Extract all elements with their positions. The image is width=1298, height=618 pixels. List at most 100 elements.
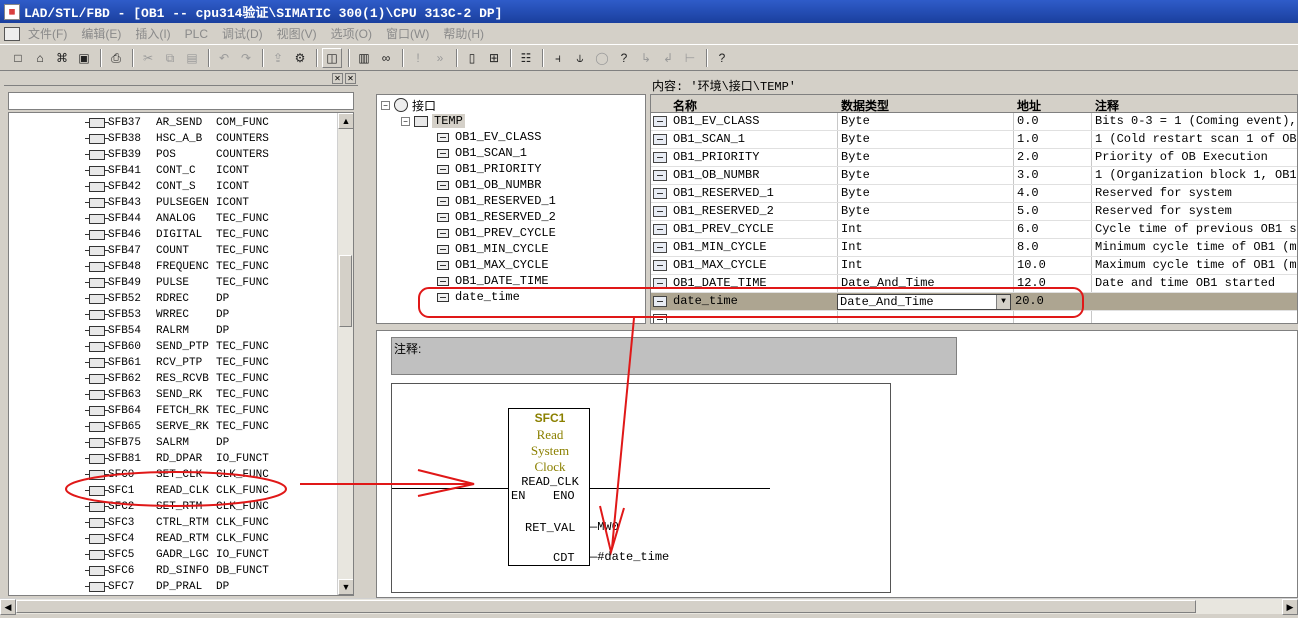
catalog-item[interactable]: SFB53 WRREC DP xyxy=(9,307,339,323)
menu-plc[interactable]: PLC xyxy=(185,27,208,41)
catalog-item[interactable]: SFC1 READ_CLK CLK_FUNC xyxy=(9,483,339,499)
zoom-view-icon[interactable]: ⊞ xyxy=(484,48,504,68)
catalog-item[interactable]: SFB52 RDREC DP xyxy=(9,291,339,307)
column-header-datatype[interactable]: 数据类型 xyxy=(841,97,889,114)
tree-item-variable[interactable]: OB1_PRIORITY xyxy=(437,161,541,177)
catalog-item[interactable]: SFB42 CONT_S ICONT xyxy=(9,179,339,195)
catalog-item[interactable]: SFC6 RD_SINFO DB_FUNCT xyxy=(9,563,339,579)
table-row[interactable]: OB1_MIN_CYCLE Int 8.0 Minimum cycle time of… xyxy=(651,239,1297,257)
catalog-item[interactable]: SFB81 RD_DPAR IO_FUNCT xyxy=(9,451,339,467)
cell-comment[interactable]: 1 (Cold restart scan 1 of OB 1), 3 (Scan… xyxy=(1095,132,1297,146)
catalog-item[interactable]: SFB61 RCV_PTP TEC_FUNC xyxy=(9,355,339,371)
column-header-address[interactable]: 地址 xyxy=(1017,97,1041,114)
cell-comment[interactable]: Maximum cycle time of OB1 (milliseconds) xyxy=(1095,258,1297,272)
empty-box-icon[interactable]: ? xyxy=(614,48,634,68)
chevron-down-icon[interactable]: ▼ xyxy=(996,295,1010,309)
cell-comment[interactable]: Priority of OB Execution xyxy=(1095,150,1297,164)
cell-name[interactable]: OB1_MIN_CYCLE xyxy=(673,240,835,254)
table-row[interactable]: OB1_PREV_CYCLE Int 6.0 Cycle time of previo… xyxy=(651,221,1297,239)
catalog-item[interactable]: SFB41 CONT_C ICONT xyxy=(9,163,339,179)
cell-datatype[interactable]: Int xyxy=(841,222,1011,236)
breakpoint-first-icon[interactable]: ! xyxy=(408,48,428,68)
catalog-vertical-scrollbar[interactable]: ▲ ▼ xyxy=(337,113,353,595)
catalog-filter-field[interactable] xyxy=(8,92,354,110)
table-row-empty[interactable] xyxy=(651,311,1297,323)
catalog-item[interactable]: SFB54 RALRM DP xyxy=(9,323,339,339)
paste-icon[interactable]: ▤ xyxy=(182,48,202,68)
cell-name[interactable]: OB1_PREV_CYCLE xyxy=(673,222,835,236)
document-menu-icon[interactable] xyxy=(4,26,20,41)
cell-datatype[interactable]: Int xyxy=(841,240,1011,254)
cell-name[interactable]: OB1_PRIORITY xyxy=(673,150,835,164)
redo-icon[interactable]: ↷ xyxy=(236,48,256,68)
scroll-right-icon[interactable]: ▶ xyxy=(1282,599,1298,615)
catalog-item[interactable]: SFB47 COUNT TEC_FUNC xyxy=(9,243,339,259)
cell-comment[interactable]: 1 (Organization block 1, OB1) xyxy=(1095,168,1297,182)
ret-val-operand[interactable]: —MW0 xyxy=(590,520,619,534)
cell-comment[interactable]: Reserved for system xyxy=(1095,204,1297,218)
tree-node-temp[interactable]: − TEMP xyxy=(401,113,465,129)
cell-comment[interactable]: Date and time OB1 started xyxy=(1095,276,1297,290)
collapse-icon[interactable]: − xyxy=(401,116,410,126)
catalog-item[interactable]: SFB39 POS COUNTERS xyxy=(9,147,339,163)
collapse-icon[interactable]: − xyxy=(381,100,390,110)
cell-name[interactable]: OB1_DATE_TIME xyxy=(673,276,835,290)
horizontal-scroll-thumb[interactable] xyxy=(16,600,1196,613)
scroll-up-icon[interactable]: ▲ xyxy=(338,113,353,129)
panel-splitter[interactable] xyxy=(364,72,372,598)
table-row[interactable]: OB1_DATE_TIME Date_And_Time 12.0 Date and t… xyxy=(651,275,1297,293)
plc-download-icon[interactable]: ⚙ xyxy=(290,48,310,68)
tree-item-variable[interactable]: OB1_RESERVED_1 xyxy=(437,193,556,209)
close-branch-icon[interactable]: ↲ xyxy=(658,48,678,68)
scroll-thumb[interactable] xyxy=(339,255,352,327)
catalog-item[interactable]: SFB37 AR_SEND COM_FUNC xyxy=(9,115,339,131)
catalog-item[interactable]: SFB62 RES_RCVB TEC_FUNC xyxy=(9,371,339,387)
cell-name[interactable]: OB1_SCAN_1 xyxy=(673,132,835,146)
new-network-icon[interactable]: ☷ xyxy=(516,48,536,68)
catalog-item[interactable]: SFC3 CTRL_RTM CLK_FUNC xyxy=(9,515,339,531)
catalog-item[interactable]: SFC2 SET_RTM CLK_FUNC xyxy=(9,499,339,515)
context-help-icon[interactable]: ? xyxy=(712,48,732,68)
cell-comment[interactable]: Bits 0-3 = 1 (Coming event), Bits 4-7 = … xyxy=(1095,114,1297,128)
scroll-left-icon[interactable]: ◀ xyxy=(0,599,16,615)
coil-icon[interactable]: ◯ xyxy=(592,48,612,68)
cell-name[interactable]: OB1_EV_CLASS xyxy=(673,114,835,128)
catalog-item[interactable]: SFB63 SEND_RK TEC_FUNC xyxy=(9,387,339,403)
split-view-icon[interactable]: ▯ xyxy=(462,48,482,68)
open-folder-icon[interactable]: ⌂ xyxy=(30,48,50,68)
catalog-item[interactable]: SFB75 SALRM DP xyxy=(9,435,339,451)
menu-help[interactable]: 帮助(H) xyxy=(443,25,484,42)
cell-datatype[interactable]: Date_And_Time xyxy=(841,276,1011,290)
tree-item-variable[interactable]: date_time xyxy=(437,289,520,305)
table-row[interactable]: OB1_PRIORITY Byte 2.0 Priority of OB Execut… xyxy=(651,149,1297,167)
column-header-name[interactable]: 名称 xyxy=(673,97,697,114)
catalog-item[interactable]: SFC7 DP_PRAL DP xyxy=(9,579,339,595)
cell-name[interactable]: OB1_MAX_CYCLE xyxy=(673,258,835,272)
no-contact-icon[interactable]: ⫞ xyxy=(548,48,568,68)
catalog-item[interactable]: SFB38 HSC_A_B COUNTERS xyxy=(9,131,339,147)
horizontal-scrollbar[interactable]: ◀ ▶ xyxy=(0,598,1298,615)
catalog-item[interactable]: SFB49 PULSE TEC_FUNC xyxy=(9,275,339,291)
network-icon[interactable]: ⌘ xyxy=(52,48,72,68)
column-header-comment[interactable]: 注释 xyxy=(1095,97,1119,114)
catalog-item[interactable]: SFB48 FREQUENC TEC_FUNC xyxy=(9,259,339,275)
save-icon[interactable]: ▣ xyxy=(74,48,94,68)
open-branch-icon[interactable]: ↳ xyxy=(636,48,656,68)
cell-datatype[interactable]: Byte xyxy=(841,186,1011,200)
catalog-item[interactable]: SFB43 PULSEGEN ICONT xyxy=(9,195,339,211)
sfc1-function-block[interactable]: SFC1 Read System Clock READ_CLK EN ENO R… xyxy=(508,408,590,566)
nc-contact-icon[interactable]: ⫝ xyxy=(570,48,590,68)
tree-item-variable[interactable]: OB1_EV_CLASS xyxy=(437,129,541,145)
cell-datatype[interactable]: Byte xyxy=(841,132,1011,146)
cell-datatype[interactable]: Byte xyxy=(841,204,1011,218)
glasses-icon[interactable]: ∞ xyxy=(376,48,396,68)
table-row[interactable]: OB1_RESERVED_1 Byte 4.0 Reserved for system xyxy=(651,185,1297,203)
tree-item-variable[interactable]: OB1_OB_NUMBR xyxy=(437,177,541,193)
cell-datatype[interactable]: Int xyxy=(841,258,1011,272)
new-file-icon[interactable]: □ xyxy=(8,48,28,68)
cell-name[interactable]: OB1_RESERVED_2 xyxy=(673,204,835,218)
print-icon[interactable]: ⎙ xyxy=(106,48,126,68)
module-info-icon[interactable]: ▥ xyxy=(354,48,374,68)
table-row[interactable]: OB1_SCAN_1 Byte 1.0 1 (Cold restart scan 1 … xyxy=(651,131,1297,149)
menu-edit[interactable]: 编辑(E) xyxy=(81,25,121,42)
